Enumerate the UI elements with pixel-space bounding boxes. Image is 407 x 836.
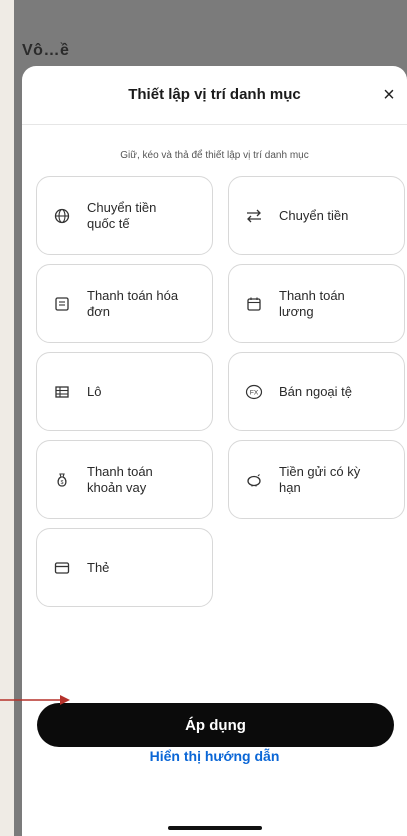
piggy-bank-icon	[245, 471, 263, 489]
tile-loan-payment[interactable]: $ Thanh toán khoản vay	[36, 440, 213, 519]
tile-label: Bán ngoại tệ	[279, 383, 353, 399]
close-button[interactable]: ×	[375, 81, 403, 109]
tile-label: Thẻ	[87, 559, 110, 575]
tile-term-deposit[interactable]: Tiền gửi có kỳ hạn	[228, 440, 405, 519]
tile-label: Chuyển tiền	[279, 207, 349, 223]
fx-icon: FX	[245, 383, 263, 401]
tile-label: Lô	[87, 383, 102, 399]
tile-card[interactable]: Thẻ	[36, 528, 213, 607]
apply-button[interactable]: Áp dụng	[37, 703, 394, 747]
globe-icon	[53, 207, 71, 225]
tile-batch[interactable]: Lô	[36, 352, 213, 431]
annotation-arrow-icon	[0, 695, 70, 705]
svg-text:FX: FX	[250, 389, 259, 396]
bill-icon	[53, 295, 71, 313]
tile-international-transfer[interactable]: Chuyển tiền quốc tế	[36, 176, 213, 255]
tile-sell-foreign-currency[interactable]: FX Bán ngoại tệ	[228, 352, 405, 431]
svg-text:$: $	[61, 480, 64, 486]
close-icon: ×	[383, 83, 395, 106]
money-bag-icon: $	[53, 471, 71, 489]
calendar-icon	[245, 295, 263, 313]
home-indicator	[168, 826, 262, 830]
tile-label: Thanh toán lương	[279, 287, 345, 319]
tile-bill-payment[interactable]: Thanh toán hóa đơn	[36, 264, 213, 343]
left-margin	[0, 0, 14, 836]
card-icon	[53, 559, 71, 577]
sheet-header: Thiết lập vị trí danh mục ×	[22, 66, 407, 125]
tile-label: Tiền gửi có kỳ hạn	[279, 463, 361, 495]
tile-label: Chuyển tiền quốc tế	[87, 199, 157, 231]
tile-label: Thanh toán hóa đơn	[87, 287, 179, 319]
category-position-sheet: Thiết lập vị trí danh mục × Giữ, kéo và …	[22, 66, 407, 836]
sheet-title: Thiết lập vị trí danh mục	[128, 86, 301, 103]
table-icon	[53, 383, 71, 401]
tile-payroll[interactable]: Thanh toán lương	[228, 264, 405, 343]
background-page-title: Vô…ề	[22, 42, 70, 59]
instruction-text: Giữ, kéo và thả để thiết lập vị trí danh…	[120, 150, 309, 161]
tile-transfer[interactable]: Chuyển tiền	[228, 176, 405, 255]
show-guide-link[interactable]: Hiển thị hướng dẫn	[22, 748, 407, 764]
transfer-arrows-icon	[245, 207, 263, 225]
tile-label: Thanh toán khoản vay	[87, 463, 153, 495]
